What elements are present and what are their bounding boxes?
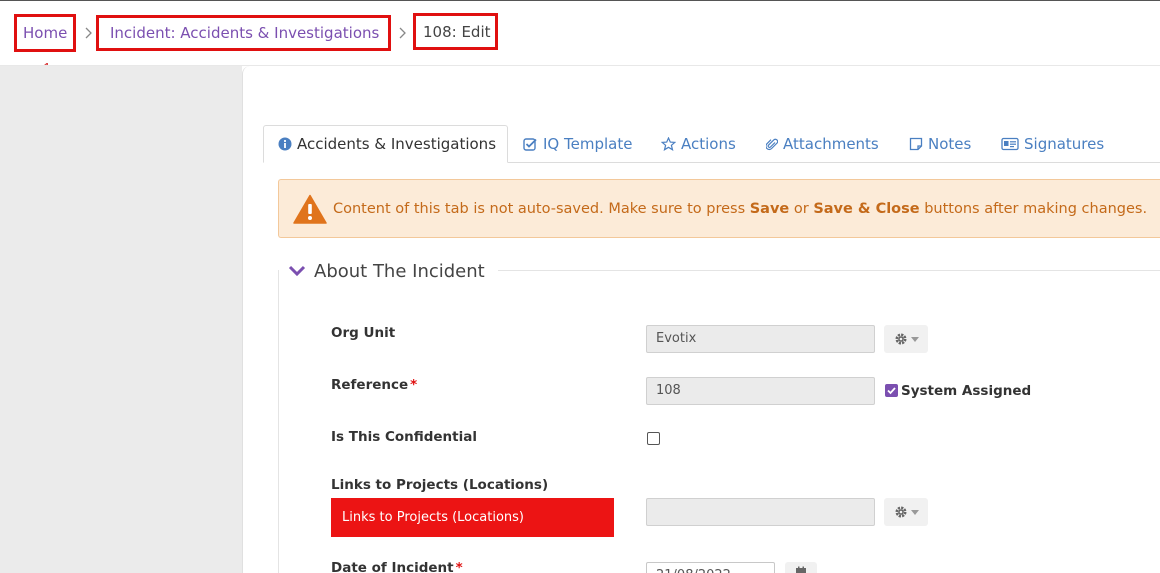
org-unit-field: Evotix bbox=[646, 325, 875, 353]
tab-label: IQ Template bbox=[543, 135, 633, 153]
reference-label: Reference * bbox=[331, 377, 417, 393]
checkmark-icon bbox=[887, 387, 896, 395]
date-of-incident-label: Date of Incident * bbox=[331, 560, 463, 573]
org-unit-options-button[interactable] bbox=[884, 325, 928, 353]
warning-save-word: Save bbox=[749, 200, 790, 217]
warning-text: Content of this tab is not auto-saved. M… bbox=[333, 201, 1147, 217]
warning-triangle-icon bbox=[293, 194, 327, 224]
confidential-label: Is This Confidential bbox=[331, 429, 477, 445]
reference-label-text: Reference bbox=[331, 377, 409, 393]
breadcrumb-chevron-right-icon bbox=[85, 27, 92, 39]
tab-label: Notes bbox=[928, 135, 972, 153]
warning-text-part: or bbox=[789, 200, 814, 217]
unsaved-warning-alert: Content of this tab is not auto-saved. M… bbox=[278, 179, 1160, 238]
gear-icon bbox=[895, 506, 906, 518]
top-border bbox=[0, 0, 1160, 1]
caret-down-icon bbox=[910, 336, 919, 342]
date-of-incident-label-text: Date of Incident bbox=[331, 560, 454, 573]
section-title: About The Incident bbox=[314, 260, 485, 282]
system-assigned-label: System Assigned bbox=[901, 383, 1032, 399]
tab-attachments[interactable]: Attachments bbox=[766, 125, 879, 163]
date-picker-button[interactable] bbox=[785, 562, 817, 573]
system-assigned-checkbox[interactable] bbox=[885, 384, 898, 397]
tab-label: Actions bbox=[681, 135, 736, 153]
links-to-projects-label: Links to Projects (Locations) bbox=[331, 477, 549, 493]
tab-accidents-investigations[interactable]: Accidents & Investigations bbox=[263, 125, 508, 163]
breadcrumb-chevron-right-icon bbox=[399, 27, 406, 39]
tab-label: Signatures bbox=[1024, 135, 1105, 153]
calendar-icon bbox=[796, 566, 806, 573]
warning-save-close-word: Save & Close bbox=[813, 200, 920, 217]
confidential-checkbox[interactable] bbox=[647, 432, 660, 445]
tab-iq-template[interactable]: IQ Template bbox=[523, 125, 632, 163]
info-circle-icon bbox=[278, 137, 292, 151]
breadcrumb-current: 108: Edit bbox=[423, 23, 491, 41]
gear-icon bbox=[895, 333, 906, 345]
breadcrumb-home-link[interactable]: Home bbox=[23, 23, 67, 43]
section-header[interactable]: About The Incident bbox=[288, 258, 495, 284]
tab-label: Accidents & Investigations bbox=[297, 135, 497, 153]
warning-text-part: Content of this tab is not auto-saved. M… bbox=[333, 200, 750, 217]
links-to-projects-options-button[interactable] bbox=[884, 498, 928, 526]
chevron-down-icon bbox=[288, 265, 306, 277]
warning-text-part: buttons after making changes. bbox=[919, 200, 1148, 217]
required-asterisk: * bbox=[455, 560, 463, 573]
tab-signatures[interactable]: Signatures bbox=[1001, 125, 1104, 163]
org-unit-label: Org Unit bbox=[331, 325, 396, 341]
tab-label: Attachments bbox=[783, 135, 879, 153]
reference-field: 108 bbox=[646, 377, 875, 405]
breadcrumb-module-link[interactable]: Incident: Accidents & Investigations bbox=[110, 23, 379, 43]
date-of-incident-input[interactable]: 21/08/2022 bbox=[646, 562, 775, 573]
star-icon bbox=[661, 137, 676, 151]
left-sidebar bbox=[0, 66, 242, 573]
links-to-projects-field bbox=[646, 498, 875, 526]
section-divider bbox=[498, 270, 1160, 271]
required-asterisk: * bbox=[410, 377, 418, 393]
id-card-icon bbox=[1001, 137, 1019, 151]
links-to-projects-error-banner: Links to Projects (Locations) bbox=[331, 498, 614, 537]
paperclip-icon bbox=[766, 138, 778, 151]
caret-down-icon bbox=[910, 509, 919, 515]
tab-actions[interactable]: Actions bbox=[661, 125, 736, 163]
note-icon bbox=[909, 137, 923, 151]
tab-notes[interactable]: Notes bbox=[909, 125, 971, 163]
check-square-icon bbox=[523, 138, 537, 151]
